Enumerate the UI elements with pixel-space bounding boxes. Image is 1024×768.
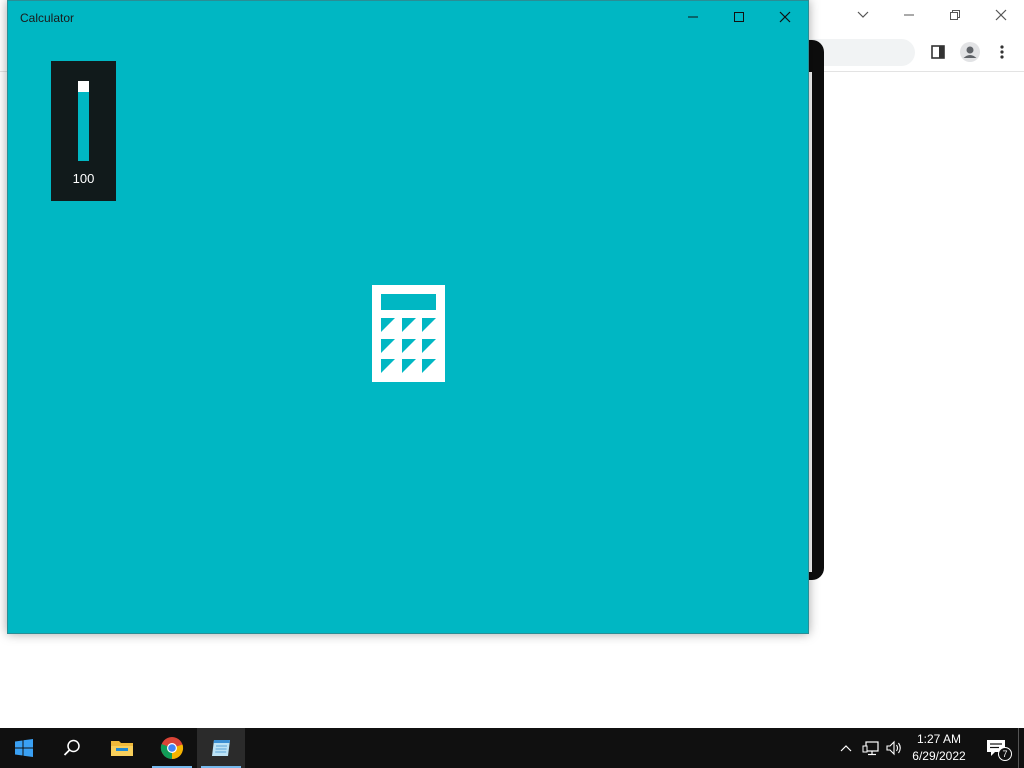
search-icon xyxy=(63,739,80,756)
minimize-icon xyxy=(904,14,914,16)
browser-restore-button[interactable] xyxy=(932,0,978,30)
close-icon xyxy=(779,11,791,23)
more-menu-icon xyxy=(1000,45,1004,59)
network-icon xyxy=(862,741,879,756)
action-center-button[interactable]: 7 xyxy=(976,728,1016,768)
clock-time: 1:27 AM xyxy=(916,732,962,746)
volume-slider-track[interactable] xyxy=(78,81,89,161)
start-button[interactable] xyxy=(0,728,48,768)
minimize-icon xyxy=(688,16,698,18)
minimize-button[interactable] xyxy=(670,1,716,33)
volume-button[interactable] xyxy=(885,738,905,758)
volume-value: 100 xyxy=(72,171,95,186)
search-button[interactable] xyxy=(48,728,96,768)
windows-logo-icon xyxy=(15,739,33,757)
calculator-taskbar-button[interactable] xyxy=(197,728,245,768)
window-title: Calculator xyxy=(20,11,75,25)
notepad-icon xyxy=(212,740,230,756)
volume-flyout: 100 xyxy=(51,61,116,201)
browser-close-button[interactable] xyxy=(978,0,1024,30)
maximize-button[interactable] xyxy=(716,1,762,33)
calculator-titlebar[interactable]: Calculator xyxy=(8,1,808,33)
browser-minimize-button[interactable] xyxy=(886,0,932,30)
folder-icon xyxy=(111,741,133,756)
clock-date: 6/29/2022 xyxy=(912,749,966,763)
system-clock[interactable]: 1:27 AM 6/29/2022 xyxy=(906,731,972,765)
calculator-window: Calculator 100 xyxy=(7,0,809,634)
file-explorer-button[interactable] xyxy=(98,728,146,768)
chrome-taskbar-button[interactable] xyxy=(148,728,196,768)
restore-icon xyxy=(950,10,960,20)
show-desktop-button[interactable] xyxy=(1018,728,1024,768)
more-menu-button[interactable] xyxy=(988,38,1016,66)
show-hidden-icons-button[interactable] xyxy=(836,738,856,758)
side-panel-button[interactable] xyxy=(924,38,952,66)
profile-button[interactable] xyxy=(956,38,984,66)
close-button[interactable] xyxy=(762,1,808,33)
profile-icon xyxy=(960,42,980,62)
network-button[interactable] xyxy=(861,738,881,758)
maximize-icon xyxy=(734,12,744,22)
calculator-icon xyxy=(372,285,445,382)
volume-slider-thumb[interactable] xyxy=(78,81,89,92)
volume-icon xyxy=(886,740,901,756)
chrome-icon xyxy=(160,737,184,760)
close-icon xyxy=(995,9,1007,21)
notification-count-badge: 7 xyxy=(998,747,1012,761)
taskbar: 1:27 AM 6/29/2022 7 xyxy=(0,728,1024,768)
chevron-up-icon xyxy=(840,745,852,752)
tab-search-button[interactable] xyxy=(840,0,886,30)
side-panel-icon xyxy=(931,45,945,59)
chevron-down-icon xyxy=(857,11,869,18)
